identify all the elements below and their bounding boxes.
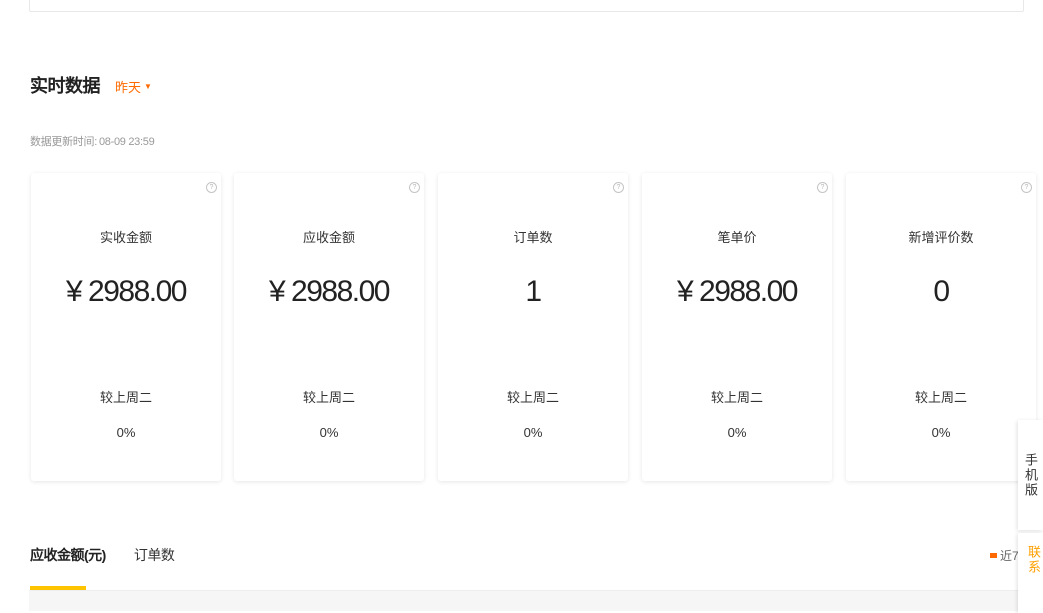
chart-tabs: 应收金额(元) 订单数: [30, 545, 202, 565]
mobile-version-button[interactable]: 手机版: [1018, 420, 1043, 530]
metric-label: 笔单价: [717, 230, 757, 245]
metric-label: 实收金额: [99, 230, 152, 245]
metric-change-percent: 0%: [931, 425, 951, 440]
metric-change-percent: 0%: [319, 425, 339, 440]
metric-card-receivable-amount: ? 应收金额 ¥ 2988.00 较上周二 0%: [234, 173, 424, 481]
help-icon[interactable]: ?: [1021, 182, 1032, 193]
metric-change-percent: 0%: [523, 425, 543, 440]
help-icon[interactable]: ?: [613, 182, 624, 193]
metric-value: ¥ 2988.00: [269, 275, 390, 308]
metric-compare-label: 较上周二: [710, 390, 763, 405]
tab-receivable-amount[interactable]: 应收金额(元): [30, 545, 106, 565]
metric-value: ¥ 2988.00: [677, 275, 798, 308]
metric-change-percent: 0%: [116, 425, 136, 440]
help-icon[interactable]: ?: [409, 182, 420, 193]
help-icon[interactable]: ?: [817, 182, 828, 193]
metric-value: 0: [933, 275, 950, 308]
period-dropdown[interactable]: 昨天 ▼: [115, 77, 152, 96]
metric-card-order-count: ? 订单数 1 较上周二 0%: [438, 173, 628, 481]
metric-card-paid-amount: ? 实收金额 ¥ 2988.00 较上周二 0%: [31, 173, 221, 481]
metric-compare-label: 较上周二: [99, 390, 152, 405]
metric-change-percent: 0%: [727, 425, 747, 440]
help-icon[interactable]: ?: [206, 182, 217, 193]
metric-label: 订单数: [513, 230, 553, 245]
metric-label: 新增评价数: [908, 230, 974, 245]
period-label: 昨天: [115, 80, 142, 95]
metric-compare-label: 较上周二: [506, 390, 559, 405]
contact-button[interactable]: 联系: [1018, 533, 1043, 613]
section-header: 实时数据 昨天 ▼: [30, 72, 152, 98]
caret-down-icon: ▼: [144, 82, 152, 91]
metric-value: ¥ 2988.00: [66, 275, 187, 308]
chart-area: [29, 590, 1022, 611]
section-title: 实时数据: [30, 76, 101, 96]
metric-card-new-reviews: ? 新增评价数 0 较上周二 0%: [846, 173, 1036, 481]
metric-value: 1: [525, 275, 542, 308]
legend-swatch: [990, 553, 997, 558]
update-time-label: 数据更新时间:: [30, 136, 97, 148]
metric-card-avg-order-price: ? 笔单价 ¥ 2988.00 较上周二 0%: [642, 173, 832, 481]
metric-label: 应收金额: [302, 230, 355, 245]
tab-order-count[interactable]: 订单数: [134, 545, 175, 565]
update-time-value: 08-09 23:59: [98, 136, 155, 148]
metric-compare-label: 较上周二: [914, 390, 967, 405]
update-time: 数据更新时间: 08-09 23:59: [30, 133, 155, 149]
metric-compare-label: 较上周二: [302, 390, 355, 405]
top-panel: [29, 0, 1024, 12]
